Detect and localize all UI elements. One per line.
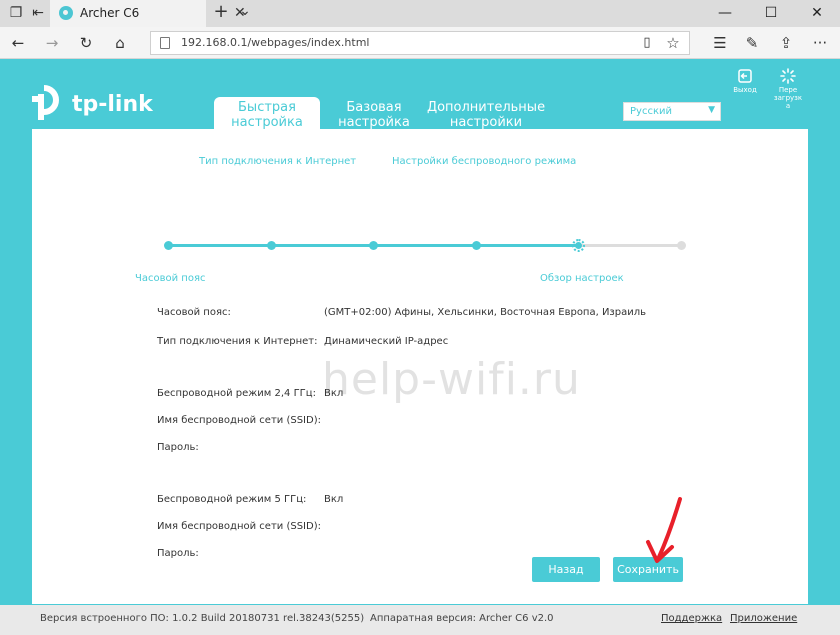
back-button[interactable]: Назад	[532, 557, 600, 582]
setup-progress: Тип подключения к Интернет Настройки бес…	[32, 129, 808, 289]
step-dot-2	[267, 241, 276, 250]
minimize-button[interactable]: —	[702, 0, 748, 27]
step-label-wireless: Настройки беспроводного режима	[392, 156, 577, 167]
page-footer: Версия встроенного ПО: 1.0.2 Build 20180…	[0, 605, 840, 635]
step-dot-4	[472, 241, 481, 250]
pen-icon[interactable]: ✎	[742, 33, 762, 53]
router-admin-page: tp-link Быстрая настройка Базовая настро…	[0, 59, 840, 635]
tab-title: Archer C6	[80, 6, 140, 20]
hardware-version: Аппаратная версия: Archer C6 v2.0	[370, 613, 554, 624]
firmware-version: Версия встроенного ПО: 1.0.2 Build 20180…	[40, 613, 365, 624]
tab-basic[interactable]: Базовая настройка	[330, 97, 418, 130]
logout-icon	[738, 69, 752, 83]
tab-advanced-label: Дополнительные настройки	[426, 100, 546, 130]
annotation-arrow-icon	[646, 497, 682, 563]
home-icon[interactable]: ⌂	[110, 33, 130, 53]
more-menu-icon[interactable]: ···	[810, 33, 830, 53]
step-dot-1	[164, 241, 173, 250]
tab-list-chevron-icon[interactable]: ⌄	[236, 2, 254, 20]
summary-label-timezone: Часовой пояс:	[157, 307, 231, 318]
language-value: Русский	[630, 106, 672, 117]
step-label-timezone: Часовой пояс	[135, 273, 206, 284]
support-link[interactable]: Поддержка	[661, 613, 722, 624]
summary-label-wifi24: Беспроводной режим 2,4 ГГц:	[157, 388, 316, 399]
browser-address-bar: ← → ↻ ⌂ 192.168.0.1/webpages/index.html …	[0, 27, 840, 59]
url-input[interactable]: 192.168.0.1/webpages/index.html ▯ ☆	[150, 31, 690, 55]
watermark: help-wifi.ru	[322, 354, 581, 405]
summary-label-password5: Пароль:	[157, 548, 199, 559]
step-dot-6	[677, 241, 686, 250]
summary-value-wifi5: Вкл	[324, 494, 344, 505]
summary-value-wifi24: Вкл	[324, 388, 344, 399]
tp-link-favicon-icon	[59, 6, 73, 20]
forward-arrow-icon[interactable]: →	[42, 33, 62, 53]
logout-label: Выход	[733, 86, 757, 94]
step-dot-3	[369, 241, 378, 250]
quick-setup-panel: Тип подключения к Интернет Настройки бес…	[32, 129, 808, 604]
summary-value-timezone: (GMT+02:00) Афины, Хельсинки, Восточная …	[324, 307, 647, 318]
share-icon[interactable]: ⇪	[776, 33, 796, 53]
tab-back-icon[interactable]: ⇤	[30, 4, 46, 22]
summary-label-ssid5: Имя беспроводной сети (SSID):	[157, 521, 321, 532]
new-tab-icon[interactable]: +	[212, 3, 230, 21]
step-label-summary: Обзор настроек	[540, 273, 624, 284]
browser-tab[interactable]: Archer C6 ✕	[50, 0, 246, 27]
step-dot-current	[572, 239, 585, 252]
page-info-icon[interactable]	[160, 37, 170, 49]
close-window-button[interactable]: ✕	[794, 0, 840, 27]
tp-link-logo-icon	[32, 85, 59, 120]
refresh-icon[interactable]: ↻	[76, 33, 96, 53]
maximize-button[interactable]: ☐	[748, 0, 794, 27]
step-label-connection-type: Тип подключения к Интернет	[199, 156, 357, 167]
tab-quick-setup[interactable]: Быстрая настройка	[214, 97, 320, 130]
language-select[interactable]: Русский ▼	[623, 102, 721, 121]
logout-button[interactable]: Выход	[727, 68, 763, 94]
summary-label-password24: Пароль:	[157, 442, 199, 453]
reboot-label: Пере загрузк а	[773, 86, 803, 110]
summary-value-connection: Динамический IP-адрес	[324, 336, 449, 347]
reboot-icon	[780, 68, 796, 84]
chevron-down-icon: ▼	[708, 105, 715, 115]
tab-actions-icon[interactable]: ❐	[8, 4, 24, 22]
favorites-list-icon[interactable]: ☰	[710, 33, 730, 53]
tab-basic-label: Базовая настройка	[338, 100, 410, 130]
summary-label-connection: Тип подключения к Интернет:	[157, 336, 318, 347]
tab-advanced[interactable]: Дополнительные настройки	[424, 97, 548, 130]
browser-tab-bar: ❐ ⇤ Archer C6 ✕ + ⌄ — ☐ ✕	[0, 0, 840, 27]
logo-text: tp-link	[72, 92, 153, 117]
reading-view-icon[interactable]: ▯	[637, 33, 657, 53]
summary-label-ssid24: Имя беспроводной сети (SSID):	[157, 415, 321, 426]
app-link[interactable]: Приложение	[730, 613, 797, 624]
back-arrow-icon[interactable]: ←	[8, 33, 28, 53]
tab-quick-setup-label: Быстрая настройка	[231, 100, 303, 130]
summary-label-wifi5: Беспроводной режим 5 ГГц:	[157, 494, 307, 505]
reboot-button[interactable]: Пере загрузк а	[770, 68, 806, 110]
favorite-star-icon[interactable]: ☆	[663, 33, 683, 53]
url-text: 192.168.0.1/webpages/index.html	[181, 36, 370, 49]
